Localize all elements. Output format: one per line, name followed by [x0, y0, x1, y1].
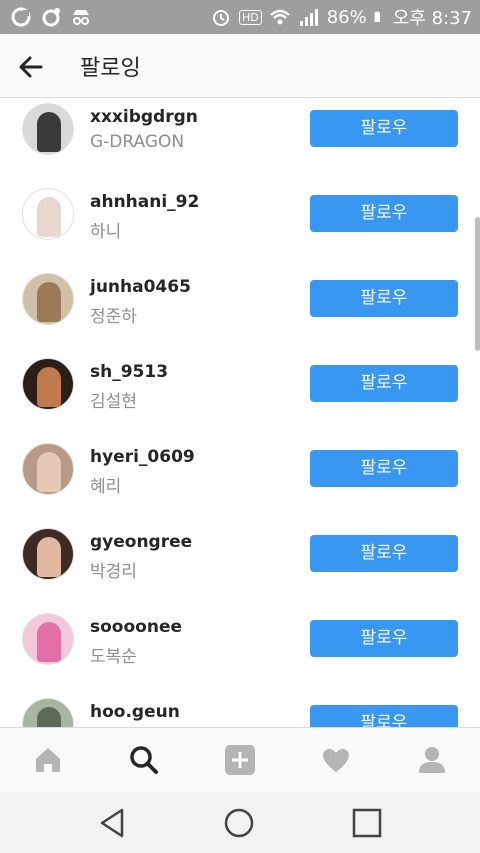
- avatar-photo: [37, 197, 61, 237]
- avatar[interactable]: [22, 528, 74, 580]
- battery-percent: 86%: [326, 6, 367, 28]
- username[interactable]: gyeongree: [90, 532, 192, 552]
- home-icon[interactable]: [32, 744, 64, 776]
- avatar-photo: [37, 452, 61, 492]
- list-item[interactable]: sh_9513 김설현 팔로우: [0, 354, 480, 439]
- avatar-photo: [37, 112, 61, 152]
- list-item[interactable]: soooonee 도복순 팔로우: [0, 609, 480, 694]
- incognito-icon: [73, 10, 89, 25]
- back-arrow-icon[interactable]: [16, 52, 46, 82]
- hd-badge: HD: [238, 9, 262, 25]
- full-name: 정준하: [90, 307, 137, 327]
- avatar[interactable]: [22, 103, 74, 155]
- avatar-photo: [37, 707, 61, 727]
- avatar[interactable]: [22, 358, 74, 410]
- page-title: 팔로잉: [80, 56, 141, 81]
- follow-button[interactable]: 팔로우: [310, 705, 458, 727]
- list-item[interactable]: hyeri_0609 혜리 팔로우: [0, 439, 480, 524]
- username[interactable]: ahnhani_92: [90, 192, 199, 212]
- list-item[interactable]: xxxibgdrgn G-DRAGON 팔로우: [0, 99, 480, 184]
- clock: 오후 8:37: [392, 8, 472, 29]
- alarm-icon: [212, 10, 229, 26]
- username[interactable]: hyeri_0609: [90, 447, 195, 467]
- follow-button[interactable]: 팔로우: [310, 280, 458, 317]
- follow-button[interactable]: 팔로우: [310, 365, 458, 402]
- follow-button[interactable]: 팔로우: [310, 195, 458, 232]
- avatar[interactable]: [22, 188, 74, 240]
- wifi-icon: [269, 9, 290, 25]
- list-item[interactable]: ahnhani_92 하니 팔로우: [0, 184, 480, 269]
- avatar-photo: [37, 282, 61, 322]
- avatar-photo: [37, 537, 61, 577]
- list-item[interactable]: hoo.geun 팔로우: [0, 694, 480, 727]
- username[interactable]: xxxibgdrgn: [90, 107, 198, 127]
- app-notification-icon: [11, 7, 31, 27]
- list-item[interactable]: gyeongree 박경리 팔로우: [0, 524, 480, 609]
- search-icon[interactable]: [128, 744, 160, 776]
- follow-button[interactable]: 팔로우: [310, 535, 458, 572]
- full-name: 도복순: [90, 647, 137, 667]
- camera-notification-icon: [42, 8, 60, 27]
- avatar-photo: [37, 622, 61, 662]
- recents-square-icon[interactable]: [350, 806, 384, 840]
- avatar[interactable]: [22, 273, 74, 325]
- battery-icon: [374, 11, 380, 22]
- avatar[interactable]: [22, 613, 74, 665]
- full-name: 박경리: [90, 562, 137, 582]
- full-name: 하니: [90, 222, 122, 242]
- signal-icon: [299, 9, 318, 26]
- system-nav-bar: [0, 792, 480, 853]
- full-name: 혜리: [90, 477, 122, 497]
- follow-button[interactable]: 팔로우: [310, 620, 458, 657]
- profile-icon[interactable]: [416, 744, 448, 776]
- app-header: 팔로잉: [0, 34, 480, 98]
- status-bar: HD 86% 오후 8:37: [0, 0, 480, 34]
- avatar[interactable]: [22, 698, 74, 727]
- username[interactable]: sh_9513: [90, 362, 168, 382]
- list-item[interactable]: junha0465 정준하 팔로우: [0, 269, 480, 354]
- username[interactable]: hoo.geun: [90, 702, 180, 722]
- follow-button[interactable]: 팔로우: [310, 110, 458, 147]
- username[interactable]: junha0465: [90, 277, 191, 297]
- full-name: 김설현: [90, 392, 137, 412]
- heart-icon[interactable]: [320, 744, 352, 776]
- bottom-nav: [0, 727, 480, 792]
- following-list[interactable]: xxxibgdrgn G-DRAGON 팔로우 ahnhani_92 하니 팔로…: [0, 99, 480, 727]
- avatar[interactable]: [22, 443, 74, 495]
- avatar-photo: [37, 367, 61, 407]
- full-name: G-DRAGON: [90, 132, 185, 152]
- username[interactable]: soooonee: [90, 617, 182, 637]
- add-post-icon[interactable]: [224, 744, 256, 776]
- follow-button[interactable]: 팔로우: [310, 450, 458, 487]
- back-triangle-icon[interactable]: [96, 806, 130, 840]
- home-circle-icon[interactable]: [222, 806, 256, 840]
- scrollbar[interactable]: [475, 217, 480, 351]
